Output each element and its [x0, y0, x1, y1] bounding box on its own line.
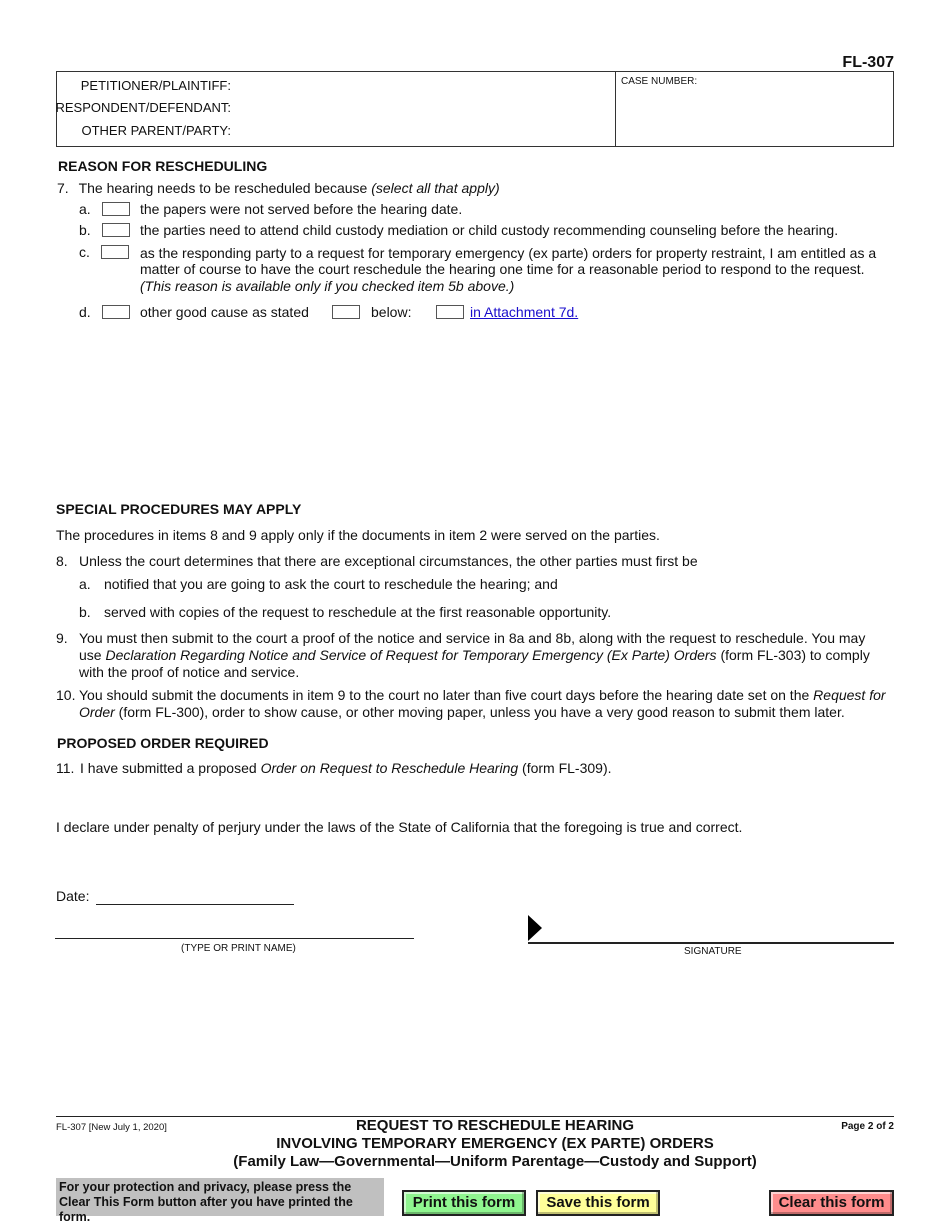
item7d-text: other good cause as stated — [140, 304, 309, 320]
item11-post: (form FL-309). — [518, 760, 612, 776]
special-procedures-intro: The procedures in items 8 and 9 apply on… — [56, 527, 660, 543]
caption-box: PETITIONER/PLAINTIFF: RESPONDENT/DEFENDA… — [55, 71, 894, 147]
item7-line: 7. The hearing needs to be rescheduled b… — [57, 180, 500, 196]
form-id: FL-307 — [842, 54, 894, 71]
item9-line1: You must then submit to the court a proo… — [79, 630, 866, 646]
item10-line1-pre: You should submit the documents in item … — [79, 687, 814, 703]
item10-line2-post: (form FL-300), order to show cause, or o… — [114, 704, 845, 720]
item7c-text-line2: matter of course to have the court resch… — [140, 261, 865, 277]
case-number-label: CASE NUMBER: — [621, 76, 698, 87]
item7c-text-line1: as the responding party to a request for… — [140, 245, 877, 261]
party-names-area: PETITIONER/PLAINTIFF: RESPONDENT/DEFENDA… — [55, 72, 616, 146]
print-form-button[interactable]: Print this form — [402, 1190, 526, 1216]
date-label: Date: — [56, 888, 90, 904]
item7-text-italic: (select all that apply) — [371, 180, 500, 196]
item7d-below-checkbox[interactable] — [332, 305, 360, 319]
item8a-letter: a. — [79, 576, 91, 592]
item7c-letter: c. — [79, 244, 90, 260]
item7d-attachment-checkbox[interactable] — [436, 305, 464, 319]
petitioner-label: PETITIONER/PLAINTIFF: — [80, 78, 231, 93]
respondent-label: RESPONDENT/DEFENDANT: — [55, 100, 231, 115]
item8a-text: notified that you are going to ask the c… — [104, 576, 558, 592]
signature-field[interactable] — [528, 942, 894, 944]
item7d-checkbox[interactable] — [102, 305, 130, 319]
item7b-letter: b. — [79, 222, 91, 238]
item7-text: The hearing needs to be rescheduled beca… — [78, 180, 372, 196]
item8b-text: served with copies of the request to res… — [104, 604, 612, 620]
page-number: Page 2 of 2 — [841, 1121, 894, 1132]
footer-title-line1: REQUEST TO RESCHEDULE HEARING — [355, 1117, 635, 1134]
item9-line2-pre: use — [79, 647, 106, 663]
item10-line1: You should submit the documents in item … — [79, 687, 886, 703]
item7a-text: the papers were not served before the he… — [140, 201, 463, 217]
item9-line3: with the proof of notice and service. — [79, 664, 300, 680]
item7c-text-line3: (This reason is available only if you ch… — [140, 278, 515, 294]
signature-caption: SIGNATURE — [684, 946, 742, 957]
reason-heading: REASON FOR RESCHEDULING — [58, 158, 268, 174]
item11-number: 11. — [56, 760, 75, 776]
form-fl300-title-part2: Order — [79, 704, 115, 720]
form-fl303-title: Declaration Regarding Notice and Service… — [105, 647, 717, 663]
item7a-checkbox[interactable] — [102, 202, 130, 216]
item7b-text: the parties need to attend child custody… — [140, 222, 839, 238]
item7a-letter: a. — [79, 201, 91, 217]
item10-number: 10. — [56, 687, 76, 703]
declaration-text: I declare under penalty of perjury under… — [56, 819, 743, 835]
privacy-notice: For your protection and privacy, please … — [56, 1178, 384, 1224]
item8b-letter: b. — [79, 604, 91, 620]
item11-text: I have submitted a proposed Order on Req… — [80, 760, 612, 776]
item7d-below-label: below: — [371, 304, 412, 320]
form-fl309-title: Order on Request to Reschedule Hearing — [260, 760, 519, 776]
proposed-order-heading: PROPOSED ORDER REQUIRED — [57, 735, 269, 751]
item8-text: Unless the court determines that there a… — [79, 553, 698, 569]
item7c-checkbox[interactable] — [101, 245, 129, 259]
attachment-7d-link[interactable]: in Attachment 7d. — [470, 304, 578, 320]
item7d-letter: d. — [79, 304, 91, 320]
form-fl300-title-part1: Request for — [813, 687, 886, 703]
item9-line2-post: (form FL-303) to comply — [716, 647, 870, 663]
item11-pre: I have submitted a proposed — [80, 760, 261, 776]
special-procedures-heading: SPECIAL PROCEDURES MAY APPLY — [56, 501, 302, 517]
print-name-caption: (TYPE OR PRINT NAME) — [181, 943, 296, 954]
signature-arrow-icon — [528, 915, 542, 941]
date-field[interactable] — [96, 904, 294, 905]
item7b-checkbox[interactable] — [102, 223, 130, 237]
save-form-button[interactable]: Save this form — [536, 1190, 660, 1216]
item9-line2: use Declaration Regarding Notice and Ser… — [79, 647, 870, 663]
footer-title-line2: INVOLVING TEMPORARY EMERGENCY (EX PARTE)… — [276, 1135, 714, 1152]
clear-form-button[interactable]: Clear this form — [769, 1190, 894, 1216]
item8-number: 8. — [56, 553, 68, 569]
item7-number: 7. — [57, 180, 69, 196]
footer-title-line3: (Family Law—Governmental—Uniform Parenta… — [233, 1153, 757, 1170]
other-party-label: OTHER PARENT/PARTY: — [81, 123, 231, 138]
item9-number: 9. — [56, 630, 68, 646]
print-name-field[interactable] — [55, 938, 414, 939]
item10-line2: Order (form FL-300), order to show cause… — [79, 704, 845, 720]
